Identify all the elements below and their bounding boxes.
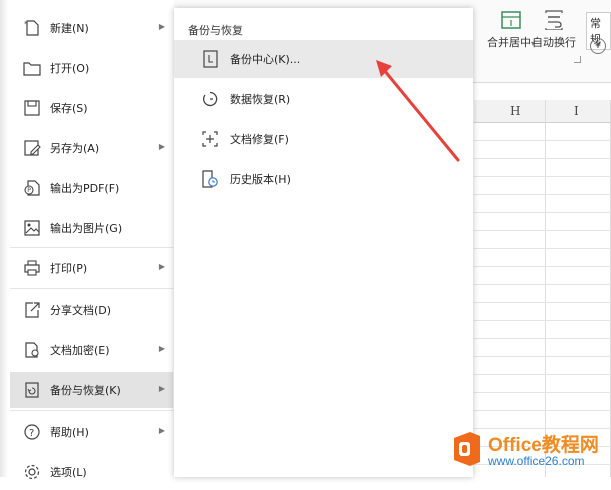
- annotation-arrow: [376, 60, 460, 162]
- watermark-title: Office教程网: [488, 435, 599, 456]
- arrow-shaft: [382, 68, 460, 162]
- office-logo-icon: [454, 432, 480, 466]
- watermark: Office教程网 www.office26.com: [446, 428, 611, 473]
- watermark-url: www.office26.com: [488, 454, 585, 468]
